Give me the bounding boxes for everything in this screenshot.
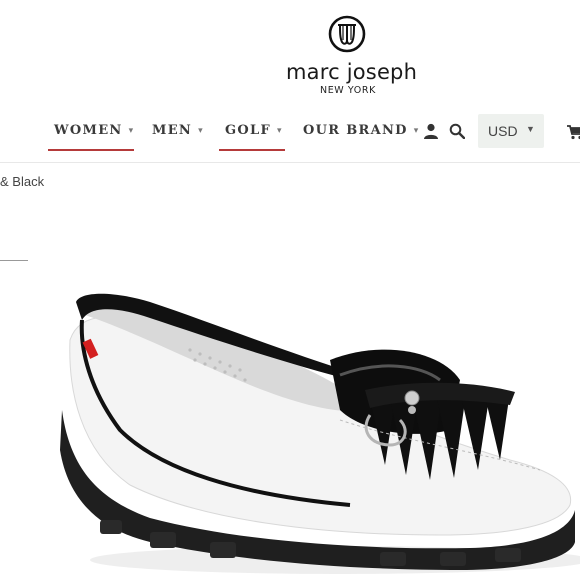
account-icon[interactable] xyxy=(423,123,439,139)
brand-name: marc joseph xyxy=(286,60,418,84)
chevron-down-icon: ▾ xyxy=(413,126,420,136)
cart-icon[interactable] xyxy=(566,124,580,140)
brand-location: NEW YORK xyxy=(320,85,376,96)
nav-item-women[interactable]: WOMEN ▾ xyxy=(54,123,134,138)
chevron-down-icon: ▼ xyxy=(526,124,535,134)
chevron-down-icon: ▾ xyxy=(198,126,204,136)
chevron-down-icon: ▾ xyxy=(277,126,283,136)
section-rule xyxy=(0,260,28,261)
header-divider xyxy=(0,162,580,163)
brand-emblem-icon xyxy=(328,15,366,53)
logo[interactable] xyxy=(0,14,580,54)
breadcrumb: & Black xyxy=(0,174,45,189)
currency-selector[interactable]: USD ▼ xyxy=(478,114,544,148)
nav-item-label: GOLF xyxy=(225,123,271,138)
chevron-down-icon: ▾ xyxy=(128,126,135,136)
nav-item-label: OUR BRAND xyxy=(303,123,408,138)
nav-active-underline xyxy=(48,149,134,151)
product-image[interactable] xyxy=(40,280,580,580)
currency-value: USD xyxy=(488,123,518,139)
nav-active-underline xyxy=(219,149,285,151)
nav-item-label: MEN xyxy=(152,123,193,138)
nav-item-men[interactable]: MEN ▾ xyxy=(152,123,204,138)
nav-item-label: WOMEN xyxy=(54,123,123,138)
search-icon[interactable] xyxy=(449,123,465,139)
nav-item-golf[interactable]: GOLF ▾ xyxy=(225,123,283,138)
nav-item-our-brand[interactable]: OUR BRAND ▾ xyxy=(303,123,420,138)
